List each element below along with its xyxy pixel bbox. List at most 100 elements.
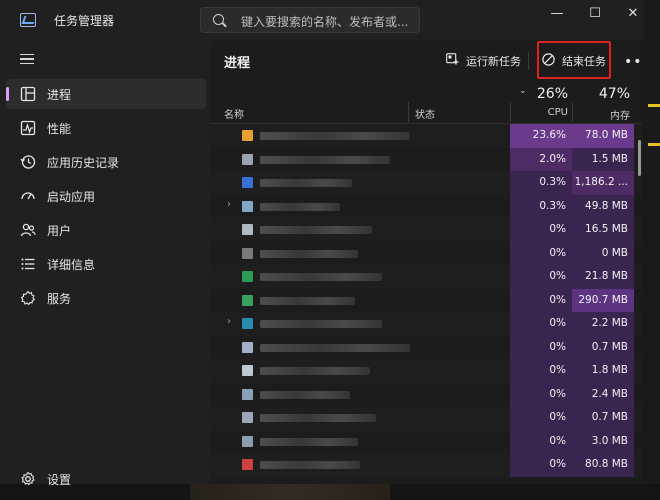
- settings-label: 设置: [47, 473, 72, 487]
- page-title: 进程: [224, 56, 251, 71]
- table-row[interactable]: 23.6% 78.0 MB: [210, 124, 642, 148]
- cpu-cell: 0%: [510, 406, 572, 430]
- table-row[interactable]: › 0.3% 49.8 MB: [210, 194, 642, 218]
- status-cell: [408, 148, 510, 172]
- status-cell: [408, 336, 510, 360]
- table-row[interactable]: 0% 1.8 MB: [210, 359, 642, 383]
- title-bar: 任务管理器 键入要搜索的名称、发布者或... — ☐ ✕: [0, 0, 644, 40]
- table-row[interactable]: › 0% 2.2 MB: [210, 312, 642, 336]
- process-icon: [242, 153, 253, 165]
- memory-cell: 0 MB: [572, 241, 634, 265]
- table-row[interactable]: 0% 3.0 MB: [210, 429, 642, 453]
- process-icon: [242, 271, 253, 282]
- app-history-icon: [20, 155, 36, 169]
- table-row[interactable]: 0% 80.8 MB: [210, 453, 642, 477]
- more-options-icon[interactable]: •••: [624, 54, 642, 70]
- table-row[interactable]: 0% 0.7 MB: [210, 406, 642, 430]
- process-name-redacted: [260, 202, 340, 211]
- process-icon: [242, 130, 253, 141]
- table-row[interactable]: 2.0% 1.5 MB: [210, 147, 642, 172]
- process-list: 23.6% 78.0 MB 2.0% 1.5 MB 0.3% 1,186.2 ... › 0.…: [210, 124, 642, 484]
- cpu-cell: 0%: [510, 218, 572, 242]
- status-cell: [408, 171, 510, 195]
- search-box[interactable]: 键入要搜索的名称、发布者或...: [200, 7, 420, 33]
- table-row[interactable]: 0% 0 MB: [210, 241, 642, 266]
- services-icon: [20, 290, 36, 306]
- cpu-cell: 0%: [510, 453, 572, 477]
- cpu-cell: 0%: [510, 312, 572, 336]
- status-cell: [408, 359, 510, 383]
- sidebar-item-details[interactable]: 详细信息: [6, 249, 206, 279]
- sidebar-item-label: 进程: [47, 88, 72, 102]
- performance-icon: [20, 120, 36, 136]
- process-icon: [242, 412, 253, 423]
- maximize-button[interactable]: ☐: [580, 5, 610, 23]
- task-manager-app-icon: [20, 13, 36, 27]
- sidebar-item-performance[interactable]: 性能: [6, 113, 206, 143]
- process-name-redacted: [260, 226, 372, 234]
- table-row[interactable]: 0% 21.8 MB: [210, 265, 642, 289]
- sidebar-item-users[interactable]: 用户: [6, 215, 206, 245]
- memory-total[interactable]: 47%: [572, 86, 630, 102]
- cpu-cell: 2.0%: [510, 147, 572, 171]
- expand-chevron-icon[interactable]: ›: [227, 199, 231, 210]
- process-name-redacted: [260, 390, 350, 399]
- cpu-cell: 23.6%: [510, 124, 572, 148]
- sidebar-item-settings[interactable]: 设置: [6, 464, 206, 494]
- table-row[interactable]: 0% 0.7 MB: [210, 335, 642, 360]
- app-title: 任务管理器: [54, 14, 115, 28]
- process-icon: [242, 341, 253, 353]
- sidebar-item-services[interactable]: 服务: [6, 283, 206, 313]
- active-indicator: [6, 87, 9, 101]
- table-row[interactable]: 0% 290.7 MB: [210, 288, 642, 313]
- column-memory[interactable]: 内存: [572, 107, 630, 122]
- memory-cell: 1,186.2 ...: [572, 171, 634, 195]
- process-icon: [242, 200, 253, 212]
- memory-cell: 2.4 MB: [572, 382, 634, 406]
- close-button[interactable]: ✕: [618, 5, 648, 23]
- scrollbar[interactable]: [638, 140, 641, 176]
- status-cell: [408, 312, 510, 336]
- table-row[interactable]: 0% 2.4 MB: [210, 382, 642, 406]
- run-task-icon: [446, 53, 459, 65]
- search-icon: [213, 14, 224, 25]
- status-cell: [408, 265, 510, 289]
- memory-cell: 16.5 MB: [572, 218, 634, 242]
- memory-cell: 21.8 MB: [572, 265, 634, 289]
- column-cpu[interactable]: CPU: [510, 107, 568, 118]
- process-name-redacted: [260, 179, 352, 187]
- gear-icon: [21, 471, 35, 486]
- processes-icon: [20, 86, 36, 102]
- table-row[interactable]: 0.3% 1,186.2 ...: [210, 171, 642, 195]
- search-input[interactable]: 键入要搜索的名称、发布者或...: [241, 13, 408, 30]
- sidebar-item-processes[interactable]: 进程: [6, 79, 206, 109]
- sidebar-item-app-history[interactable]: 应用历史记录: [6, 147, 206, 177]
- process-name-redacted: [260, 320, 382, 328]
- column-status[interactable]: 状态: [415, 106, 435, 121]
- background-stripe: [648, 104, 660, 107]
- cpu-cell: 0%: [510, 382, 572, 406]
- processes-panel: 进程 运行新任务 结束任务 ••• 名称 状态 ⌄ 26% CPU 47% 内存: [210, 40, 642, 484]
- sidebar-item-startup-apps[interactable]: 启动应用: [6, 181, 206, 211]
- minimize-button[interactable]: —: [542, 5, 572, 23]
- cpu-total[interactable]: 26%: [510, 86, 568, 102]
- toolbar: 进程 运行新任务 结束任务 •••: [210, 40, 642, 82]
- task-manager-window: 任务管理器 键入要搜索的名称、发布者或... — ☐ ✕ 进程 性能 应用历史记…: [0, 0, 660, 500]
- status-cell: [408, 242, 510, 266]
- column-name[interactable]: 名称: [224, 106, 244, 121]
- background-blur: [190, 484, 390, 500]
- process-icon: [242, 224, 253, 235]
- memory-cell: 290.7 MB: [572, 288, 634, 312]
- hamburger-menu-icon[interactable]: [20, 54, 34, 64]
- expand-chevron-icon[interactable]: ›: [227, 316, 231, 327]
- cpu-cell: 0%: [510, 359, 572, 383]
- background-edge: [640, 0, 660, 500]
- memory-cell: 1.5 MB: [572, 147, 634, 171]
- table-row[interactable]: 0% 16.5 MB: [210, 218, 642, 242]
- column-header: 名称 状态 ⌄ 26% CPU 47% 内存: [210, 82, 642, 124]
- cpu-cell: 0%: [510, 241, 572, 265]
- run-new-task-label: 运行新任务: [466, 55, 521, 68]
- process-name-redacted: [260, 132, 410, 140]
- status-cell: [408, 289, 510, 313]
- process-icon: [242, 294, 253, 306]
